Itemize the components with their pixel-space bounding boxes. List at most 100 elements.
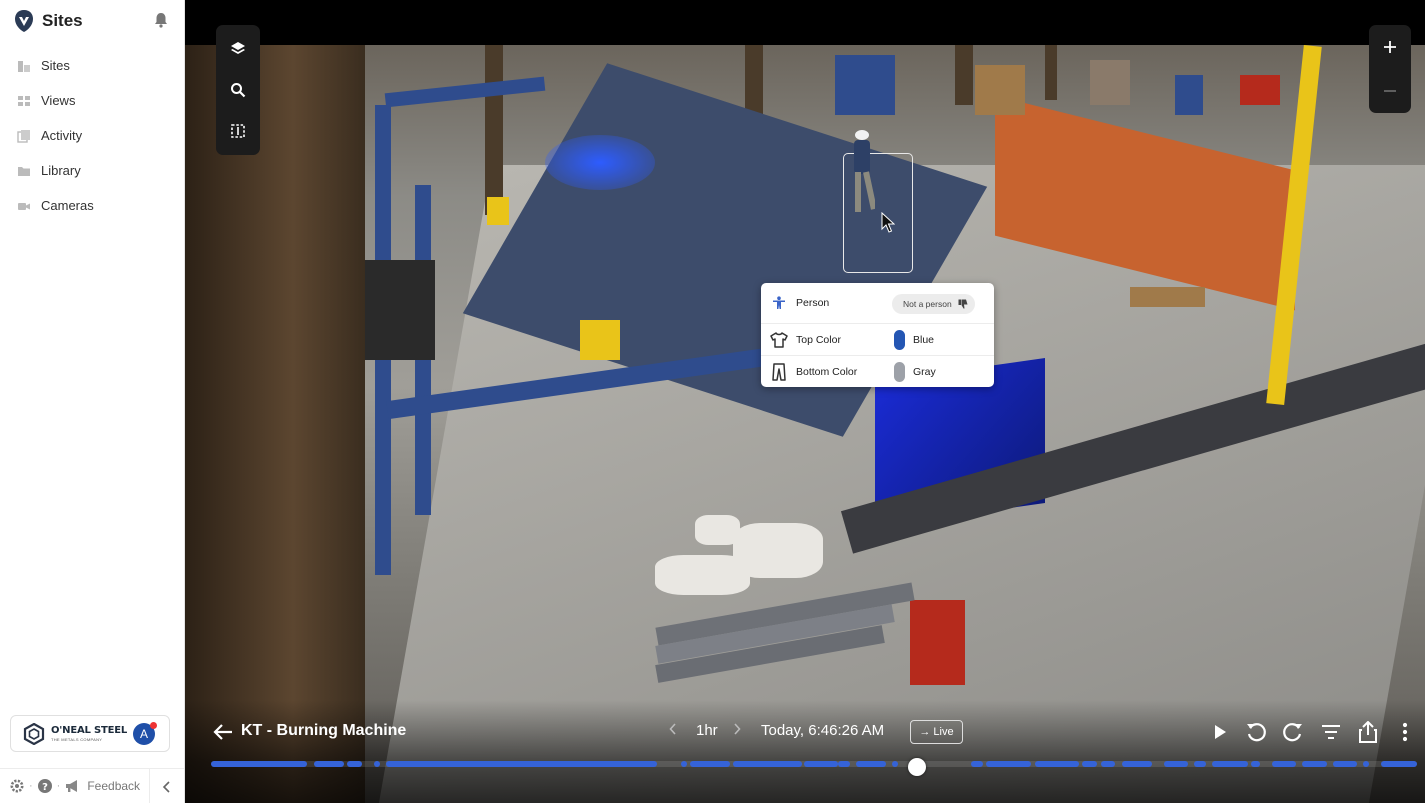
recorded-segment[interactable] — [1081, 761, 1098, 767]
range-next-button[interactable] — [733, 722, 741, 738]
company-logo: O'NEAL STEEL THE METALS COMPANY — [23, 722, 128, 745]
recorded-segment[interactable] — [1121, 761, 1152, 767]
notification-dot — [150, 722, 157, 729]
company-subtitle: THE METALS COMPANY — [51, 736, 103, 742]
recorded-segment[interactable] — [1362, 761, 1369, 767]
chevron-left-icon — [162, 780, 170, 793]
sidebar-item-label: Activity — [41, 128, 83, 143]
sidebar-item-cameras[interactable]: Cameras — [0, 188, 184, 223]
time-range-label[interactable]: 1hr — [696, 722, 718, 739]
sidebar-item-activity[interactable]: Activity — [0, 118, 184, 153]
more-vertical-icon — [1402, 722, 1408, 742]
recorded-segment[interactable] — [970, 761, 983, 767]
svg-text:?: ? — [42, 782, 48, 793]
recorded-segment[interactable] — [1211, 761, 1249, 767]
color-swatch — [894, 329, 905, 350]
recorded-segment[interactable] — [838, 761, 851, 767]
region-select-button[interactable] — [223, 116, 253, 146]
sidebar: Sites Sites Views Activity Library Camer… — [0, 0, 185, 803]
top-color-row: Top Color Blue — [761, 323, 994, 355]
recorded-segment[interactable] — [1332, 761, 1357, 767]
recorded-segment[interactable] — [1272, 761, 1297, 767]
shirt-icon — [770, 331, 788, 349]
company-name: O'NEAL STEEL — [51, 724, 128, 736]
not-a-person-button[interactable]: Not a person — [892, 294, 975, 314]
range-prev-button[interactable] — [669, 722, 677, 738]
forward-button[interactable] — [1279, 718, 1307, 746]
live-button[interactable]: → Live — [910, 720, 963, 744]
zoom-out-button[interactable] — [1375, 76, 1405, 106]
share-icon — [1359, 721, 1377, 743]
recorded-segment[interactable] — [733, 761, 802, 767]
sidebar-footer: · ? · Feedback — [0, 768, 184, 803]
more-options-button[interactable] — [1391, 718, 1419, 746]
gear-icon[interactable] — [9, 778, 25, 794]
mouse-cursor-icon — [881, 212, 895, 233]
not-a-person-label: Not a person — [903, 299, 952, 309]
zoom-panel — [1369, 25, 1411, 113]
activity-icon — [17, 129, 31, 143]
back-arrow-icon[interactable] — [212, 721, 234, 743]
tool-panel — [216, 25, 260, 155]
rewind-button[interactable] — [1242, 718, 1270, 746]
recorded-segment[interactable] — [689, 761, 730, 767]
chevron-right-icon — [734, 723, 741, 735]
company-logo-icon — [23, 722, 45, 745]
timestamp: Today, 6:46:26 AM — [761, 722, 885, 739]
color-swatch — [894, 361, 905, 382]
search-button[interactable] — [223, 75, 253, 105]
recorded-segment[interactable] — [986, 761, 1032, 767]
recorded-segment[interactable] — [347, 761, 362, 767]
recorded-segment[interactable] — [1250, 761, 1261, 767]
recorded-segment[interactable] — [1163, 761, 1188, 767]
recorded-segment[interactable] — [1380, 761, 1417, 767]
play-button[interactable] — [1206, 718, 1234, 746]
forward-icon — [1283, 723, 1302, 742]
sidebar-item-label: Sites — [41, 58, 70, 73]
recorded-segment[interactable] — [856, 761, 887, 767]
layers-icon — [231, 42, 245, 55]
search-icon — [231, 82, 246, 98]
filter-button[interactable] — [1317, 718, 1345, 746]
rewind-icon — [1247, 723, 1266, 742]
attribute-value: Gray — [913, 365, 936, 378]
recorded-segment[interactable] — [313, 761, 344, 767]
sidebar-item-label: Views — [41, 93, 76, 108]
recorded-segment[interactable] — [211, 761, 308, 767]
attribute-value: Blue — [913, 333, 935, 346]
zoom-in-button[interactable] — [1375, 32, 1405, 62]
sidebar-item-library[interactable]: Library — [0, 153, 184, 188]
video-viewer[interactable]: Person Not a person Top Color Blue Botto… — [185, 0, 1425, 803]
page-title: Sites — [42, 11, 83, 30]
layers-button[interactable] — [223, 34, 253, 64]
person-figure — [854, 130, 875, 212]
brand: Sites — [14, 8, 83, 34]
feedback-link[interactable]: Feedback — [87, 779, 140, 793]
playhead-handle[interactable] — [907, 758, 926, 776]
share-button[interactable] — [1354, 718, 1382, 746]
recorded-segment[interactable] — [1193, 761, 1206, 767]
camera-feed — [185, 45, 1425, 803]
sidebar-nav: Sites Views Activity Library Cameras — [0, 48, 184, 223]
attribute-label: Top Color — [796, 333, 841, 346]
recorded-segment[interactable] — [1302, 761, 1327, 767]
bell-icon[interactable] — [152, 11, 170, 29]
chevron-left-icon — [669, 723, 676, 735]
company-switcher[interactable]: O'NEAL STEEL THE METALS COMPANY A — [10, 715, 170, 752]
thumbs-down-icon — [958, 299, 968, 309]
sidebar-item-sites[interactable]: Sites — [0, 48, 184, 83]
bottom-color-row: Bottom Color Gray — [761, 355, 994, 387]
detection-popup: Person Not a person Top Color Blue Botto… — [761, 283, 994, 387]
separator: · — [29, 780, 33, 792]
collapse-sidebar-button[interactable] — [149, 769, 184, 803]
sidebar-item-views[interactable]: Views — [0, 83, 184, 118]
recorded-segment[interactable] — [1101, 761, 1116, 767]
minus-icon — [1384, 90, 1396, 92]
help-icon[interactable]: ? — [37, 778, 53, 794]
recorded-segment[interactable] — [804, 761, 839, 767]
recorded-segment[interactable] — [1034, 761, 1080, 767]
recorded-segment[interactable] — [385, 761, 658, 767]
timeline-scrubber[interactable] — [211, 758, 1417, 776]
recorded-segment[interactable] — [373, 761, 380, 767]
filter-icon — [1322, 725, 1340, 739]
